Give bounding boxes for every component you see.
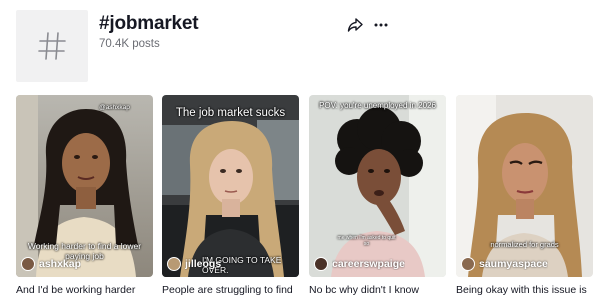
posts-count: 70.4K posts [99,38,160,50]
video-thumbnail[interactable]: The job market sucks I'M GOING TO TAKE O… [162,95,299,277]
hashtag-thumbnail [16,10,88,82]
hashtag-icon [38,32,66,60]
share-button[interactable] [345,15,365,35]
video-author[interactable]: careerswpaige [314,257,442,271]
video-thumbnail[interactable]: POV: you're unemployed in 2026 me when I… [309,95,446,277]
avatar [314,257,328,271]
hashtag-header: #jobmarket 70.4K posts [16,10,590,86]
video-grid: @ashxkap Working harder to find a lower … [16,95,593,300]
video-overlay-text: me when I'm asked to quit so [337,235,396,247]
video-overlay-top-text: The job market sucks [175,107,286,119]
video-overlay-top-text: @ashxkap [99,104,130,111]
more-options-button[interactable] [371,15,391,35]
video-author[interactable]: ashxkap [21,257,149,271]
avatar [167,257,181,271]
author-handle: saumyaspace [479,258,548,270]
author-handle: careerswpaige [332,258,405,270]
video-overlay-top-text: POV: you're unemployed in 2026 [319,101,436,110]
author-handle: jilleogs [185,258,222,270]
video-card[interactable]: @ashxkap Working harder to find a lower … [16,95,153,296]
video-author[interactable]: saumyaspace [461,257,589,271]
video-card[interactable]: POV: you're unemployed in 2026 me when I… [309,95,446,296]
avatar [21,257,35,271]
video-thumbnail[interactable]: normalized for grads saumyaspace [456,95,593,277]
share-arrow-icon [347,18,363,32]
video-thumbnail[interactable]: @ashxkap Working harder to find a lower … [16,95,153,277]
video-caption: No bc why didn't I know [309,284,419,296]
video-caption: People are struggling to find [162,284,293,296]
video-author[interactable]: jilleogs [167,257,295,271]
video-thumbnail-image [162,95,299,277]
video-card[interactable]: normalized for grads saumyaspace Being o… [456,95,593,296]
avatar [461,257,475,271]
video-thumbnail-image [456,95,593,277]
video-card[interactable]: The job market sucks I'M GOING TO TAKE O… [162,95,299,296]
hashtag-title: #jobmarket [99,13,199,34]
video-caption: Being okay with this issue is [456,284,587,296]
video-thumbnail-image [309,95,446,277]
video-caption: And I'd be working harder [16,284,136,296]
video-overlay-text: normalized for grads [490,240,559,249]
ellipsis-icon [374,23,388,27]
author-handle: ashxkap [39,258,82,270]
